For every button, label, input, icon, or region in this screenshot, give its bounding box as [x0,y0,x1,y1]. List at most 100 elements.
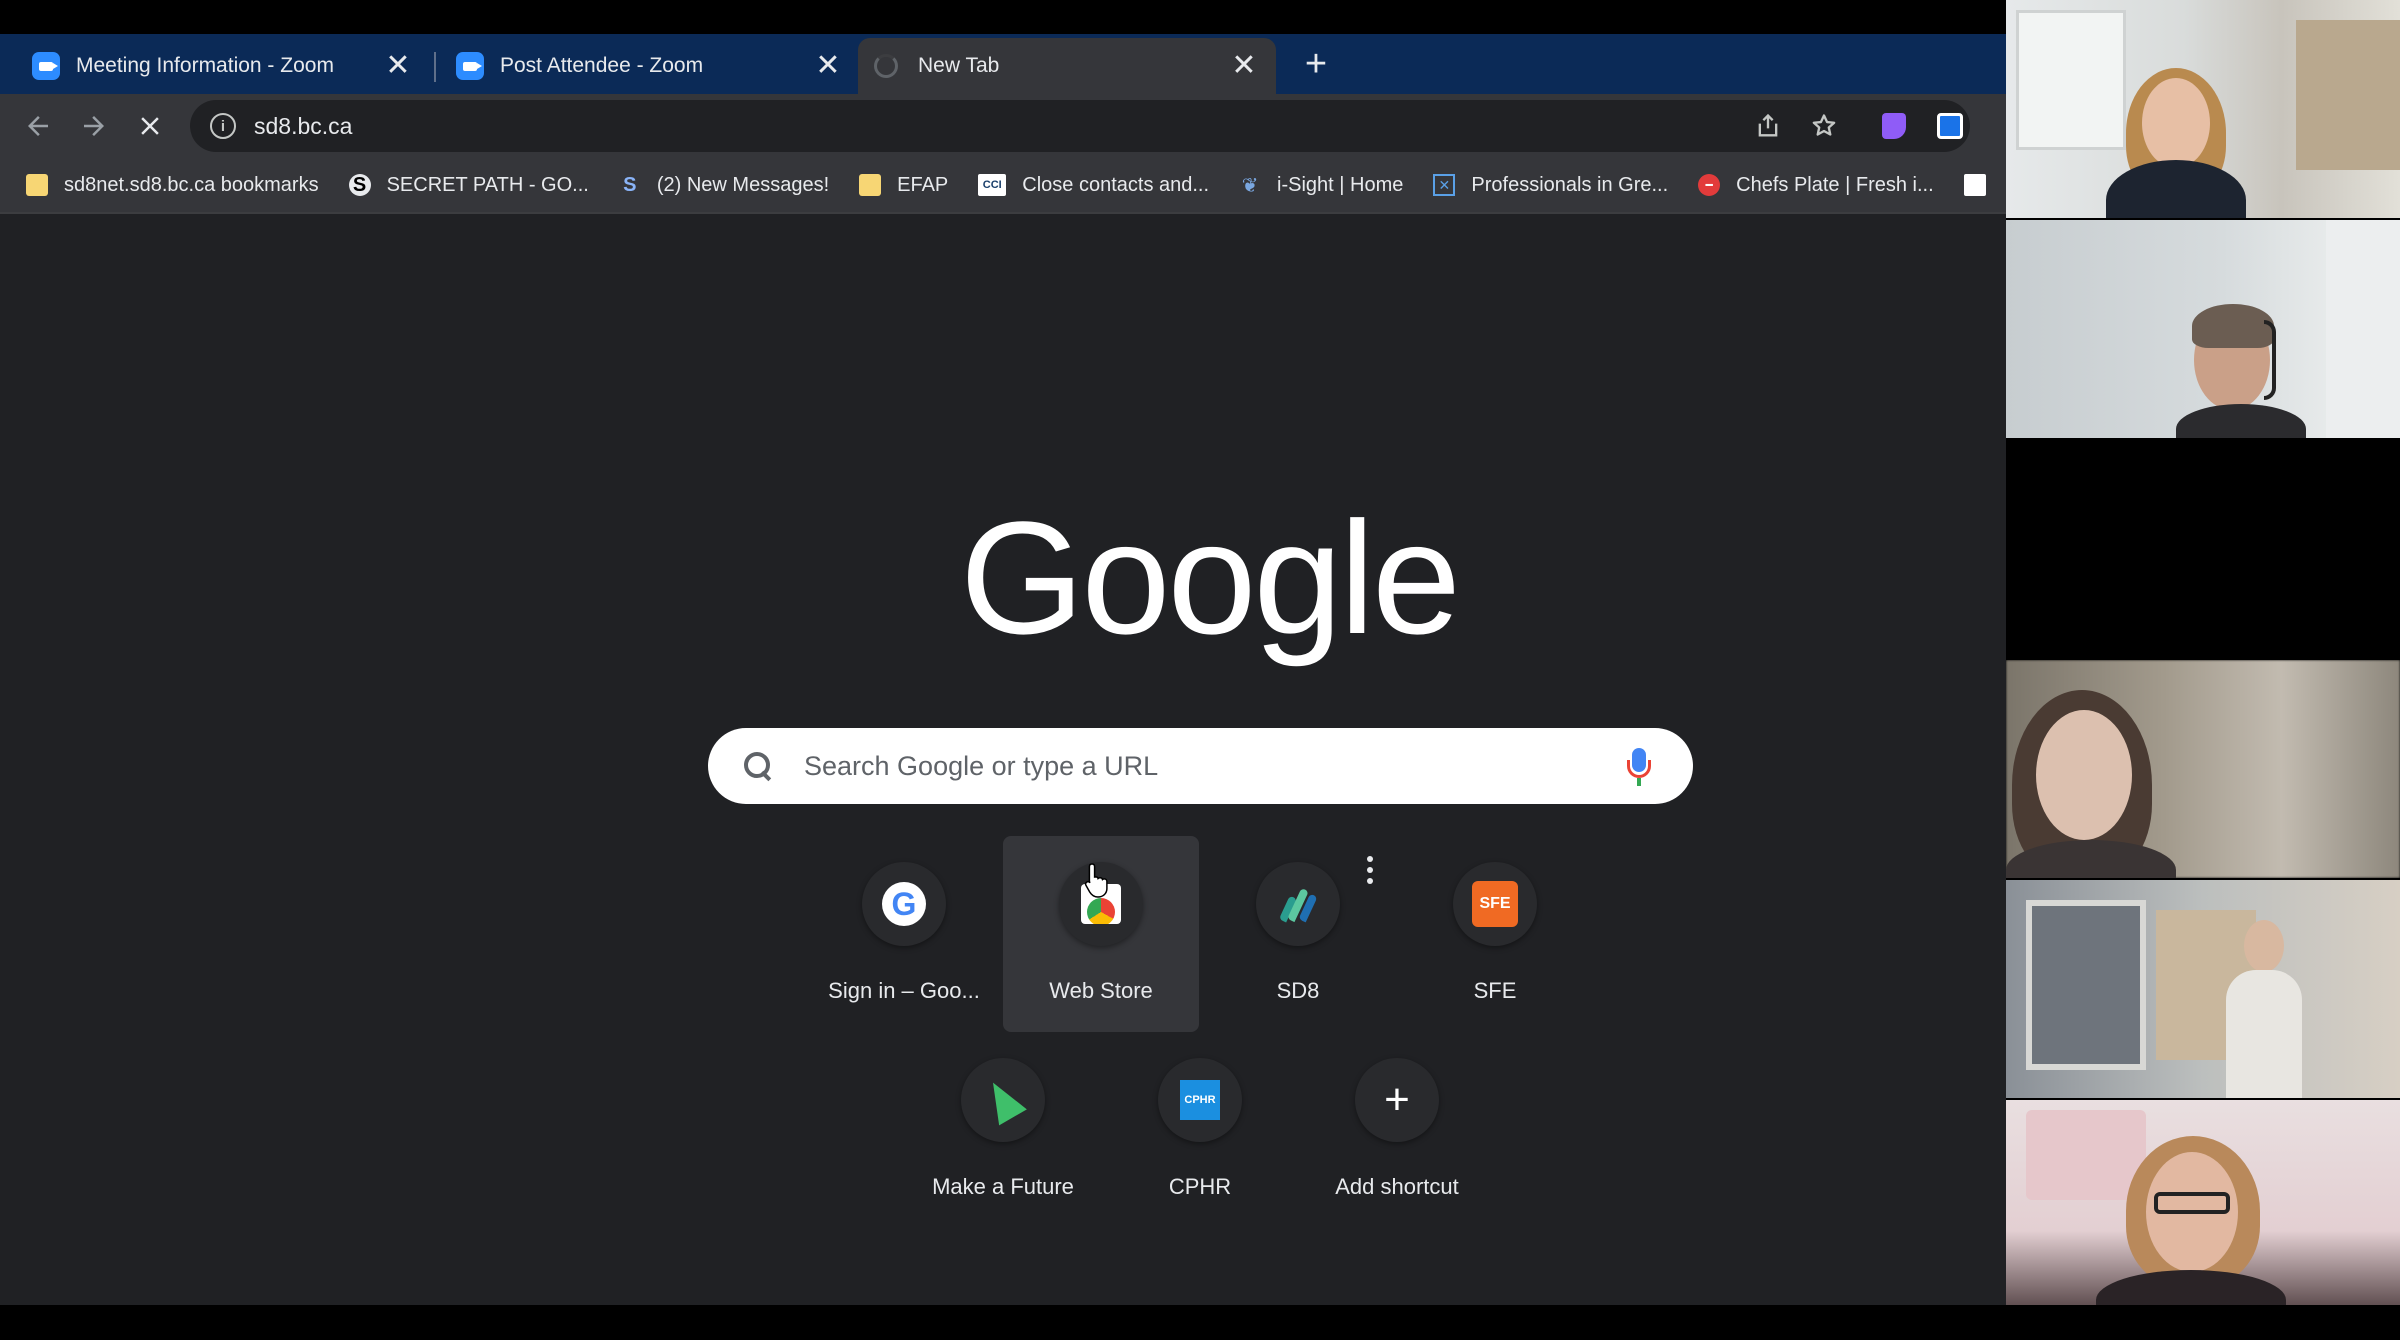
participant-2-video[interactable] [2006,220,2400,438]
add-shortcut-button[interactable]: + Add shortcut [1299,1032,1495,1228]
bookmark-label: sd8net.sd8.bc.ca bookmarks [64,173,319,196]
shortcut-sign-in-google[interactable]: G Sign in – Goo... [806,836,1002,1032]
close-tab-icon[interactable]: ✕ [814,51,842,81]
share-icon[interactable] [1748,106,1788,146]
back-button[interactable] [18,106,58,146]
site-info-icon[interactable]: i [210,113,236,139]
page-icon [1963,174,1986,196]
folder-icon [26,174,48,196]
shortcut-label: Add shortcut [1335,1174,1459,1199]
participant-5-video[interactable] [2006,1100,2400,1318]
secret-path-icon: S [348,174,371,196]
purple-extension-icon[interactable] [1874,106,1914,146]
bookmark-secret-path[interactable]: S SECRET PATH - GO... [348,173,589,197]
bookmark-close-contacts[interactable]: CCI Close contacts and... [978,174,1209,197]
close-contacts-icon: CCI [978,174,1007,196]
loading-spinner-icon [874,54,898,78]
bookmark-chefs-plate[interactable]: ━ Chefs Plate | Fresh i... [1698,174,1934,197]
bookmark-label: Close contacts and... [1022,173,1210,196]
address-bar[interactable]: i sd8.bc.ca [190,100,1970,152]
screen-top-bar [0,0,2006,34]
shortcut-label: Sign in – Goo... [828,978,980,1003]
bookmark-label: (2) New Messages! [656,173,830,196]
bookmark-label: EFAP [897,173,949,196]
new-tab-button[interactable]: + [1296,43,1336,85]
tab-strip: Meeting Information - Zoom ✕ Post Attend… [0,34,2006,94]
cphr-icon: CPHR [1180,1080,1220,1120]
bookmark-sd8net[interactable]: sd8net.sd8.bc.ca bookmarks [26,174,319,197]
new-tab-page: Google G Sign in – Goo... Web Store [0,216,2006,1305]
back-arrow-icon [28,116,48,136]
bookmark-label: Professionals in Gre... [1471,173,1669,196]
search-input[interactable] [804,750,1621,782]
bookmark-professionals[interactable]: ✕ Professionals in Gre... [1433,174,1668,197]
shortcut-label: Make a Future [932,1174,1074,1199]
bookmark-label: i-Sight | Home [1277,173,1404,196]
empty-video-slot [2006,440,2400,658]
search-box[interactable] [708,728,1693,804]
shortcut-label: SD8 [1276,978,1320,1003]
tab-new-tab[interactable]: New Tab ✕ [858,38,1276,94]
browser-window: Meeting Information - Zoom ✕ Post Attend… [0,0,2006,1305]
google-logo-text: Google [960,488,1461,667]
messages-icon: S [623,173,637,196]
participant-1-video[interactable] [2006,0,2400,218]
shortcut-icon-circle: SFE [1453,862,1537,946]
participant-4-video[interactable] [2006,880,2400,1098]
bookmark-label: Chefs Plate | Fresh i... [1736,173,1934,196]
shortcut-label: Web Store [1049,978,1153,1003]
zoom-participant-panel [2006,0,2400,1320]
sfe-icon: SFE [1472,881,1518,927]
shortcut-label: CPHR [1168,1174,1232,1199]
zoom-icon [32,52,60,80]
close-icon [141,117,159,135]
zoom-icon [456,52,484,80]
google-icon: G [882,882,926,926]
shortcut-more-options-icon[interactable] [1358,852,1382,888]
participant-3-video[interactable] [2006,660,2400,878]
close-tab-icon[interactable]: ✕ [384,51,412,81]
chefs-plate-icon: ━ [1698,174,1721,196]
bookmarks-bar: sd8net.sd8.bc.ca bookmarks S SECRET PATH… [0,158,2006,214]
isight-icon: ❦ [1241,174,1259,197]
shortcut-icon-circle [961,1058,1045,1142]
bookmark-label: SECRET PATH - GO... [386,173,589,196]
shortcut-label: SFE [1473,978,1517,1003]
hand-cursor-icon [1084,863,1108,898]
tab-meeting-information[interactable]: Meeting Information - Zoom ✕ [0,38,430,94]
screen-bottom-bar [0,1305,2400,1340]
plus-icon: + [1384,1075,1410,1124]
google-logo: Google [960,486,1461,667]
bookmark-efap[interactable]: EFAP [859,174,948,197]
sd8-icon [1274,880,1322,928]
tab-title: Meeting Information - Zoom [76,54,334,77]
bookmark-isight[interactable]: ❦ i-Sight | Home [1239,173,1404,197]
tab-post-attendee[interactable]: Post Attendee - Zoom ✕ [440,38,860,94]
shortcut-icon-circle: CPHR [1158,1058,1242,1142]
shortcut-icon-circle [1256,862,1340,946]
shortcut-sfe[interactable]: SFE SFE [1397,836,1593,1032]
browser-toolbar: i sd8.bc.ca [0,94,2006,158]
microphone-icon[interactable] [1621,744,1657,788]
bookmark-overflow[interactable] [1963,174,1986,196]
blue-extension-icon[interactable] [1930,106,1970,146]
address-url[interactable]: sd8.bc.ca [254,113,352,140]
search-icon [740,748,776,784]
tab-title: New Tab [918,54,1000,77]
tab-separator [434,52,436,82]
forward-arrow-icon [84,116,104,136]
professionals-icon: ✕ [1433,174,1456,196]
shortcut-make-a-future[interactable]: Make a Future [905,1032,1101,1228]
shortcut-icon-circle: G [862,862,946,946]
folder-icon [859,174,882,196]
bookmark-new-messages[interactable]: S (2) New Messages! [619,174,829,197]
stop-loading-button[interactable] [130,106,170,146]
tab-title: Post Attendee - Zoom [500,54,704,77]
forward-button[interactable] [74,106,114,146]
shortcut-icon-circle: + [1355,1058,1439,1142]
shortcut-cphr[interactable]: CPHR CPHR [1102,1032,1298,1228]
make-a-future-icon [979,1074,1027,1126]
bookmark-star-icon[interactable] [1804,106,1844,146]
address-bar-actions [1732,100,1970,152]
close-tab-icon[interactable]: ✕ [1230,51,1258,81]
